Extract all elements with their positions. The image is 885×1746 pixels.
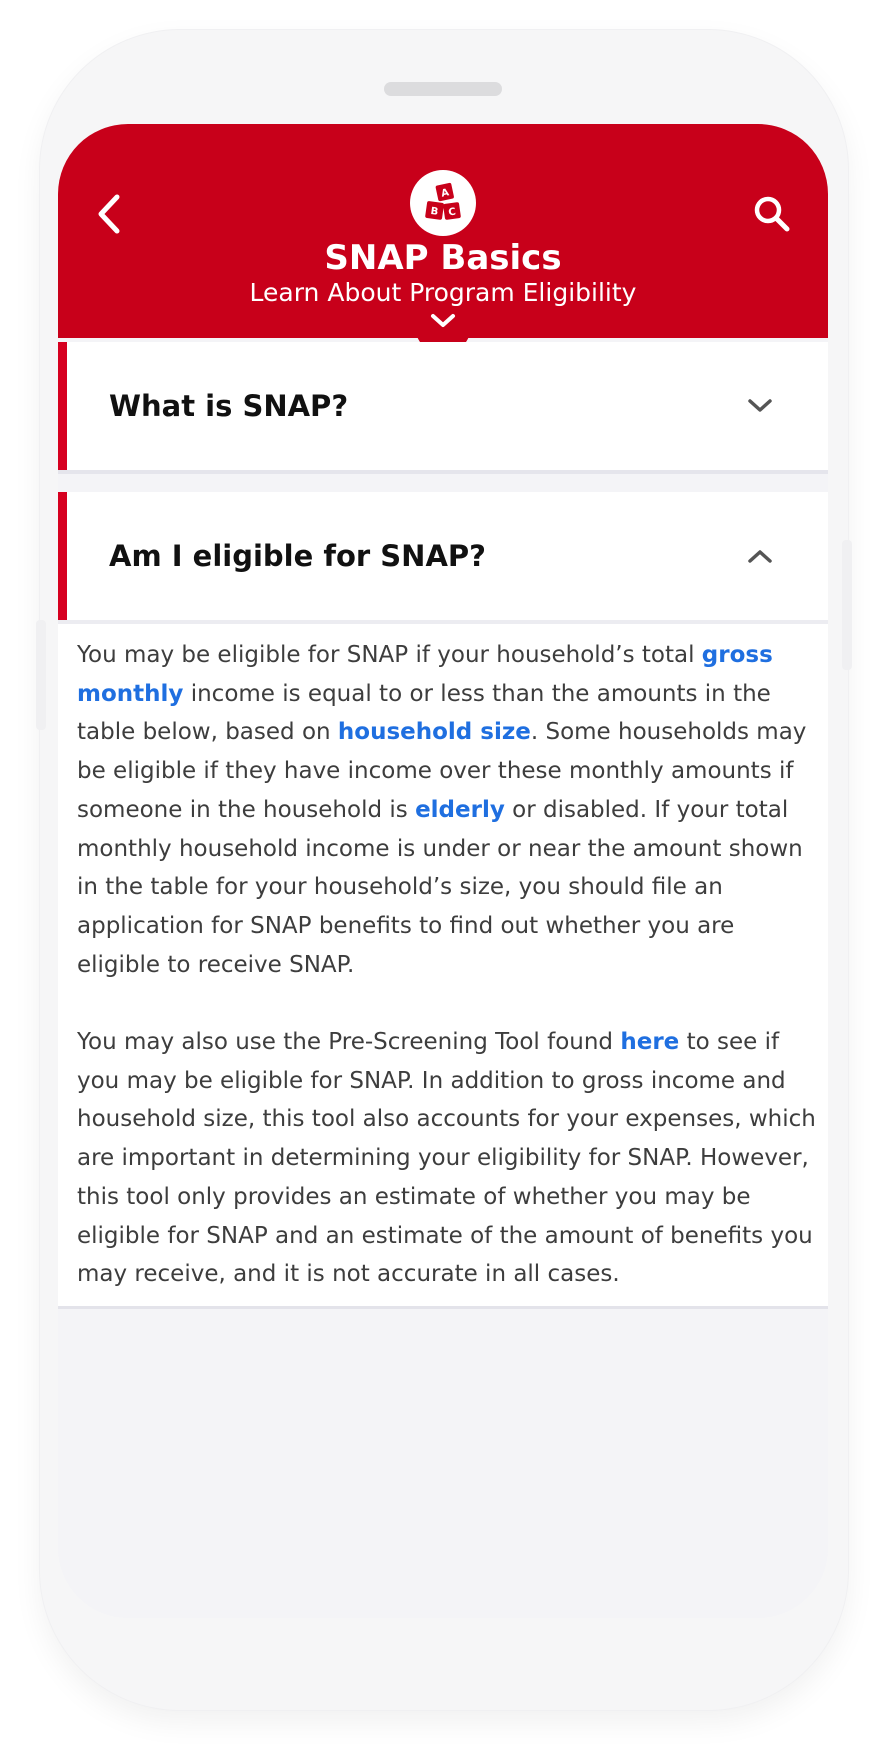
svg-text:B: B (430, 206, 439, 218)
household-size-link[interactable]: household size (338, 719, 531, 745)
page-title: SNAP Basics (324, 238, 562, 278)
divider (58, 470, 828, 474)
answer-paragraph: You may be eligible for SNAP if your hou… (77, 636, 819, 984)
answer-text-segment: to see if you may be eligible for SNAP. … (77, 1029, 816, 1288)
answer-text-segment: You may be eligible for SNAP if your hou… (77, 642, 702, 668)
chevron-up-icon (748, 550, 772, 563)
back-button[interactable] (84, 186, 132, 242)
chevron-down-icon (431, 314, 455, 327)
pre-screening-tool-link[interactable]: here (620, 1029, 679, 1055)
accordion-question: Am I eligible for SNAP? (109, 539, 486, 573)
search-button[interactable] (742, 186, 802, 242)
page-subtitle: Learn About Program Eligibility (249, 278, 637, 307)
accordion-accent-bar (58, 342, 67, 470)
answer-text-segment: or disabled. If your total monthly house… (77, 796, 803, 978)
header-expand-button[interactable] (428, 310, 458, 332)
elderly-link[interactable]: elderly (415, 797, 505, 823)
accordion-accent-bar (58, 492, 67, 620)
accordion-answer-panel: You may be eligible for SNAP if your hou… (58, 624, 828, 1309)
accordion-item-what-is-snap[interactable]: What is SNAP? (58, 342, 828, 470)
chevron-left-icon (98, 194, 120, 234)
answer-text: You may be eligible for SNAP if your hou… (77, 636, 819, 1333)
accordion-question: What is SNAP? (109, 389, 349, 423)
chevron-down-icon (748, 399, 772, 412)
accordion-item-am-i-eligible[interactable]: Am I eligible for SNAP? (58, 492, 828, 624)
answer-paragraph: You may also use the Pre-Screening Tool … (77, 1023, 819, 1294)
phone-side-button (842, 540, 852, 670)
accordion-toggle[interactable] (742, 540, 778, 572)
phone-side-button (36, 620, 46, 730)
abc-blocks-icon: A B C (425, 182, 461, 220)
app-screen: A B C SNAP Basics Learn About Program El… (58, 124, 828, 1618)
app-header: A B C SNAP Basics Learn About Program El… (58, 124, 828, 338)
app-logo: A B C (410, 170, 476, 236)
search-icon (754, 196, 790, 232)
svg-text:C: C (448, 207, 457, 219)
accordion-toggle[interactable] (742, 390, 778, 422)
answer-text-segment: You may also use the Pre-Screening Tool … (77, 1029, 621, 1056)
phone-speaker (384, 82, 502, 96)
